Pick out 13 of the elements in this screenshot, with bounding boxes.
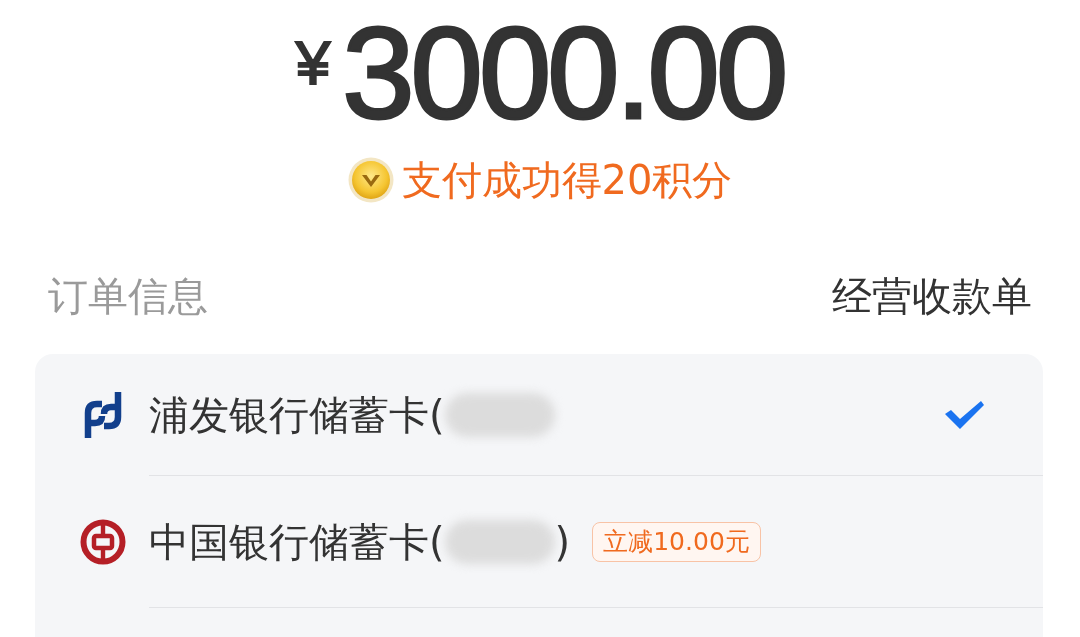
bank-logo-icon xyxy=(80,519,126,565)
points-reward-text: 支付成功得20积分 xyxy=(401,158,733,202)
payment-amount: 3000.00 xyxy=(342,8,785,138)
discount-tag: 立减10.00元 xyxy=(592,521,761,562)
currency-symbol: ¥ xyxy=(295,32,331,94)
payment-option-row[interactable]: 浦发银行储蓄卡( xyxy=(149,354,1043,476)
bank-card-name: 浦发银行储蓄卡( xyxy=(149,392,445,437)
payment-option-row[interactable]: 中国银行储蓄卡( ) 立减10.00元 xyxy=(149,476,1043,608)
order-type-value: 经营收款单 xyxy=(832,274,1032,318)
coin-icon xyxy=(347,157,394,203)
closing-parenthesis: ) xyxy=(554,519,571,564)
order-info-label: 订单信息 xyxy=(48,274,208,318)
bank-card-name: 中国银行储蓄卡( xyxy=(149,519,445,564)
